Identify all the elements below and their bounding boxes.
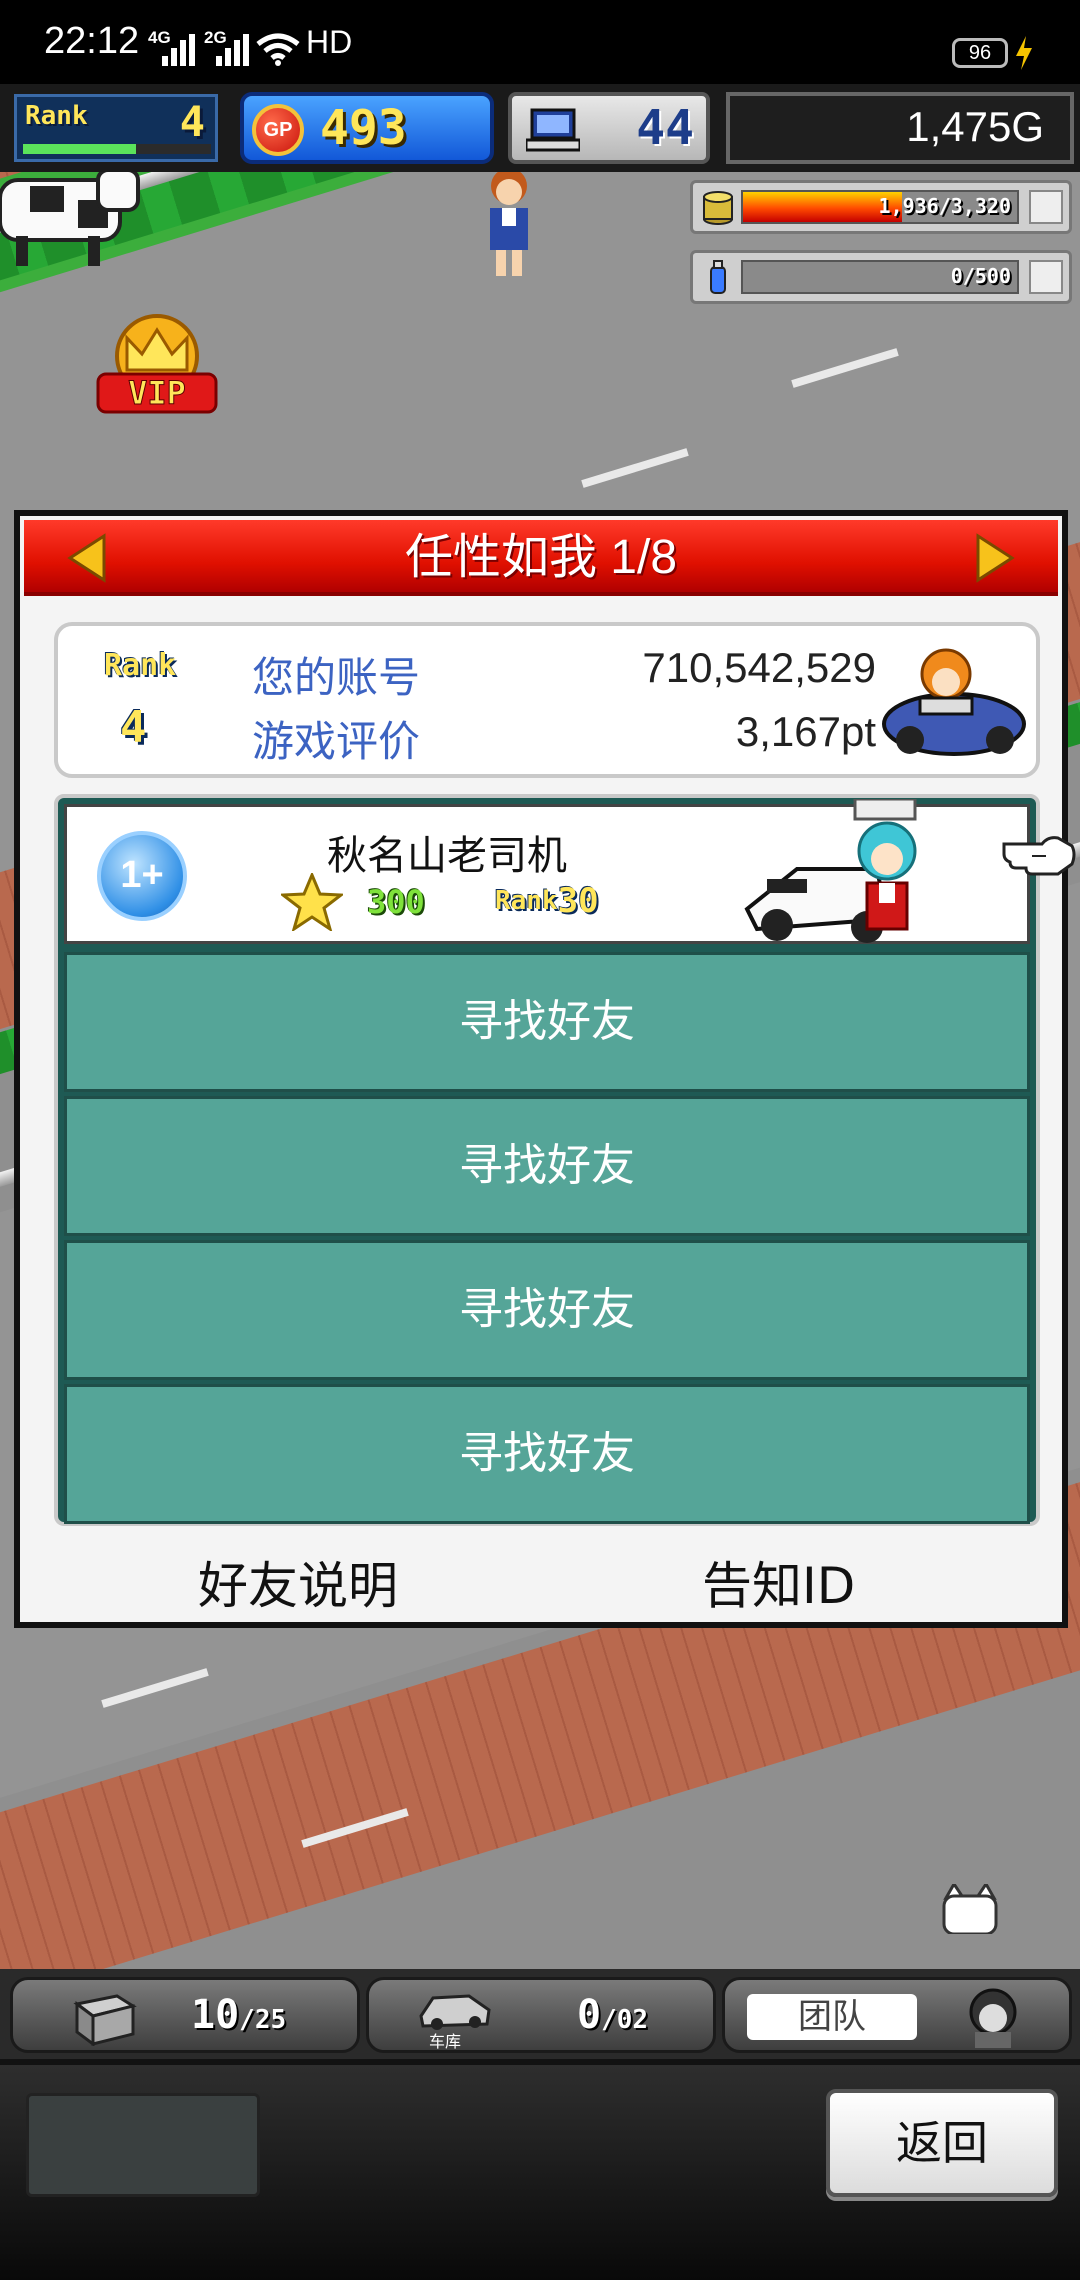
- gp-coin-icon: GP: [252, 104, 304, 156]
- friend-rank-label: Rank: [495, 886, 558, 916]
- blue-resource-bar[interactable]: 0/500: [690, 250, 1072, 304]
- prev-page-arrow-icon[interactable]: [64, 532, 110, 584]
- friend-list: 1+ 秋名山老司机 300 Rank30 寻找好友 寻找好友 寻找好友 寻找好友: [54, 794, 1040, 1526]
- fuel-track: 1,936/3,320: [741, 190, 1019, 224]
- fuel-resource-bar[interactable]: 1,936/3,320: [690, 180, 1072, 234]
- staff-sprite: [490, 168, 528, 276]
- material-count: 10/25: [191, 1992, 286, 2038]
- account-value: 710,542,529: [642, 644, 876, 691]
- top-hud: Rank 4 GP 493 44 1,475G: [0, 84, 1080, 172]
- friend-star-count: 300: [367, 883, 425, 921]
- friend-racecar-icon: [744, 799, 917, 943]
- garage-count: 0/02: [577, 1992, 648, 2038]
- rating-value: 3,167pt: [735, 708, 876, 755]
- material-total: /25: [239, 2005, 287, 2035]
- charging-icon: [1016, 36, 1032, 70]
- status-bar: 22:12 4G 2G HD 96: [0, 0, 1080, 84]
- notify-id-button[interactable]: 告知ID: [702, 1546, 855, 1618]
- bottle-icon: [710, 260, 726, 294]
- friend-slot-badge: 1+: [97, 831, 187, 921]
- tray-empty-slot[interactable]: [26, 2093, 260, 2197]
- account-rank-value: 4: [120, 702, 147, 753]
- material-slot[interactable]: 10/25: [10, 1977, 360, 2053]
- friend-card[interactable]: 1+ 秋名山老司机 300 Rank30: [64, 799, 1030, 944]
- panel-title: 任性如我 1/8: [404, 531, 678, 584]
- friend-name: 秋名山老司机: [327, 833, 567, 879]
- cow-sprite: [0, 170, 140, 266]
- player-rank[interactable]: Rank 4: [14, 94, 218, 162]
- rating-label: 游戏评价: [252, 717, 421, 766]
- find-friend-button-2[interactable]: 寻找好友: [64, 1096, 1030, 1236]
- friend-help-button[interactable]: 好友说明: [198, 1546, 398, 1618]
- panel-header: 任性如我 1/8: [24, 520, 1058, 596]
- coin-stack-icon: [703, 191, 733, 225]
- clock: 22:12: [44, 20, 140, 62]
- battery-icon: 96: [952, 38, 1008, 68]
- account-rank-label: Rank: [104, 648, 177, 683]
- slot-bar: 10/25 车库 0/02 团队: [0, 1969, 1080, 2059]
- gp-counter[interactable]: GP 493: [240, 92, 494, 164]
- bottom-tray: 10/25 车库 0/02 团队 返回: [0, 1969, 1080, 2280]
- team-slot[interactable]: 团队: [722, 1977, 1072, 2053]
- vip-crown-icon[interactable]: VIP: [92, 308, 222, 418]
- pc-value: 44: [636, 100, 694, 156]
- garage-value: 0: [577, 1992, 602, 2038]
- wifi-icon: [256, 33, 300, 66]
- material-value: 10: [191, 1992, 240, 2038]
- find-friend-button-1[interactable]: 寻找好友: [64, 952, 1030, 1092]
- fuel-end-cap: [1029, 190, 1063, 224]
- player-car-icon: [882, 648, 1026, 756]
- blue-track: 0/500: [741, 260, 1019, 294]
- hd-indicator: HD: [306, 24, 353, 60]
- computer-icon: [526, 108, 580, 152]
- garage-label: 车库: [429, 2032, 462, 2051]
- vip-label: VIP: [128, 374, 186, 412]
- blue-end-cap: [1029, 260, 1063, 294]
- garage-total: /02: [601, 2005, 649, 2035]
- account-label: 您的账号: [252, 653, 421, 702]
- rank-label: Rank: [25, 101, 88, 131]
- signal-icon-1: [162, 34, 195, 66]
- crate-icon: [73, 1994, 137, 2046]
- next-page-arrow-icon[interactable]: [972, 532, 1018, 584]
- pc-counter[interactable]: 44: [508, 92, 710, 164]
- signal-icon-2: [216, 34, 249, 66]
- gp-value: 493: [320, 100, 407, 156]
- team-label: 团队: [747, 1994, 917, 2040]
- rank-progress-bar: [23, 144, 211, 154]
- garage-car-icon: [419, 1994, 491, 2030]
- pointing-hand-icon: [1002, 836, 1076, 876]
- account-info-box: Rank 4 您的账号 710,542,529 游戏评价 3,167pt: [54, 622, 1040, 778]
- back-button[interactable]: 返回: [826, 2089, 1058, 2197]
- friend-rank-value: 30: [557, 881, 599, 921]
- friend-rank: Rank30: [489, 881, 605, 921]
- blue-value: 0/500: [950, 264, 1011, 288]
- star-icon: [281, 873, 343, 931]
- garage-slot[interactable]: 车库 0/02: [366, 1977, 716, 2053]
- friend-panel: 任性如我 1/8 Rank 4 您的账号 710,542,529 游戏评价 3,…: [14, 510, 1068, 1628]
- cat-sprite: [942, 1884, 998, 1934]
- rank-progress-fill: [23, 144, 136, 154]
- find-friend-button-4[interactable]: 寻找好友: [64, 1384, 1030, 1524]
- fuel-value: 1,936/3,320: [878, 194, 1011, 218]
- money-counter: 1,475G: [726, 92, 1074, 164]
- rank-value: 4: [179, 97, 205, 146]
- team-member-icon: [969, 1988, 1017, 2048]
- find-friend-button-3[interactable]: 寻找好友: [64, 1240, 1030, 1380]
